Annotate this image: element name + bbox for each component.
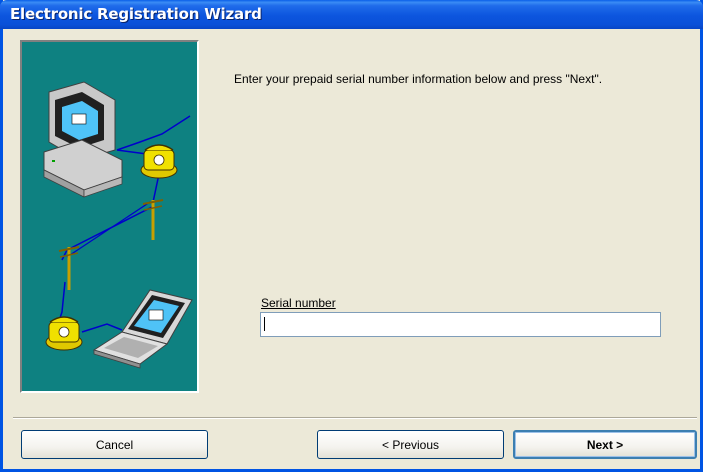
instructions-text: Enter your prepaid serial number informa… [234, 72, 603, 86]
serial-number-label: Serial number [261, 296, 336, 310]
serial-number-label-text: Serial number [261, 296, 336, 310]
cancel-button[interactable]: Cancel [21, 430, 208, 459]
registration-illustration [20, 40, 199, 393]
serial-number-input[interactable] [260, 312, 661, 337]
previous-button[interactable]: < Previous [317, 430, 504, 459]
title-bar[interactable]: Electronic Registration Wizard [0, 0, 703, 29]
next-button[interactable]: Next > [513, 430, 697, 459]
window-title: Electronic Registration Wizard [10, 5, 262, 23]
footer-divider-highlight [13, 418, 697, 419]
network-illustration-icon [43, 81, 193, 369]
text-caret [264, 317, 265, 331]
wizard-window: Electronic Registration Wizard Enter you… [0, 0, 703, 472]
